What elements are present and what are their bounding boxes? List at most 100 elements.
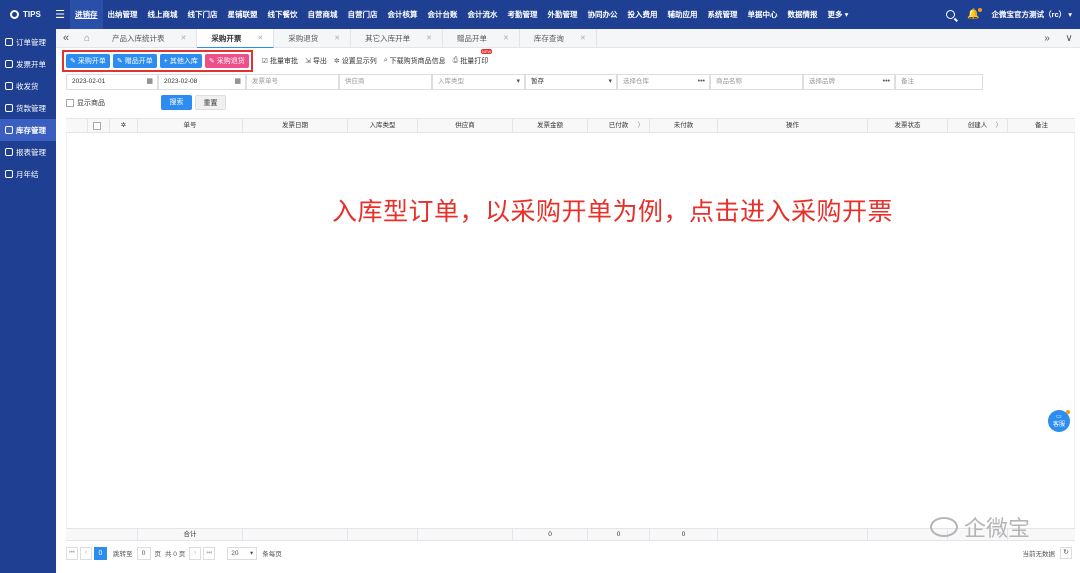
next-page-icon[interactable]: › [189, 546, 202, 560]
user-menu[interactable]: 企微宝官方测试（rc） ▾ [992, 9, 1072, 20]
search-button[interactable]: 搜索 [161, 95, 192, 110]
supplier-input[interactable]: 供应商 [339, 74, 432, 90]
download-products-link[interactable]: ⌕ 下载购货商品信息 [384, 56, 446, 66]
tab-purchase-invoice[interactable]: 采购开票 ✕ [197, 28, 275, 48]
col-creator[interactable]: 创建人〉 [948, 119, 1008, 133]
invoice-number-input[interactable]: 发票单号 [246, 74, 339, 90]
nav-offline-store[interactable]: 线下门店 [183, 0, 223, 29]
show-product-checkbox[interactable] [66, 99, 74, 107]
col-invoice-date[interactable]: 发票日期 [243, 119, 348, 133]
warehouse-select[interactable]: 选择仓库 ••• [617, 74, 710, 90]
refresh-icon[interactable]: ↻ [1060, 547, 1072, 559]
sidebar-item-shipping[interactable]: 收发货 [0, 75, 56, 97]
empty-status: 当前无数据 [1022, 551, 1056, 558]
col-invoice-status[interactable]: 发票状态 [868, 119, 948, 133]
first-page-icon[interactable]: ⏮ [66, 546, 78, 560]
search-icon[interactable] [946, 10, 956, 19]
end-date-field[interactable]: 2023-02-08 ▦ [158, 74, 246, 90]
nav-more[interactable]: 更多 ▾ [823, 0, 854, 29]
printer-icon: ⎙ [452, 57, 459, 64]
customer-service-button[interactable]: ▭ 客服 [1048, 410, 1070, 432]
brand-select[interactable]: 选择品牌 ••• [803, 74, 895, 90]
remark-input[interactable]: 备注 [895, 74, 983, 90]
col-in-type[interactable]: 入库类型 [348, 119, 418, 133]
tab-product-in-stats[interactable]: 产品入库统计表 ✕ [98, 28, 198, 48]
nav-ledger[interactable]: 会计台账 [423, 0, 463, 29]
home-icon[interactable]: ⌂ [76, 33, 98, 44]
nav-online-mall[interactable]: 线上商城 [143, 0, 183, 29]
tabs-menu-icon[interactable]: ∨ [1058, 33, 1080, 44]
batch-print-link[interactable]: ⎙ 批量打印 NEW [452, 49, 493, 66]
tab-purchase-return[interactable]: 采购退货 ✕ [274, 28, 352, 48]
prev-page-icon[interactable]: ‹ [80, 546, 92, 560]
col-paid[interactable]: 已付款 〉 [588, 119, 650, 133]
start-date-field[interactable]: 2023-02-01 ▦ [66, 74, 158, 90]
select-all-checkbox[interactable] [93, 122, 101, 130]
close-icon[interactable]: ✕ [181, 29, 187, 48]
col-unpaid[interactable]: 未付款 [650, 119, 718, 133]
nav-journal[interactable]: 会计流水 [463, 0, 503, 29]
in-type-select[interactable]: 入库类型 ▾ [432, 74, 525, 90]
sidebar-item-period-close[interactable]: 月年结 [0, 163, 56, 185]
product-name-input[interactable]: 商品名称 [710, 74, 803, 90]
close-icon[interactable]: ✕ [503, 29, 509, 48]
other-in-button[interactable]: + 其他入库 [159, 54, 202, 68]
close-icon[interactable]: ✕ [334, 29, 340, 48]
tab-other-in[interactable]: 其它入库开单 ✕ [351, 28, 443, 48]
top-nav: 进销存 出纳管理 线上商城 线下门店 星铺联盟 线下餐饮 自营商城 自营门店 会… [70, 0, 853, 29]
app-logo[interactable]: TIPS [0, 10, 50, 19]
nav-office[interactable]: 协同办公 [583, 0, 623, 29]
status-value: 暂存 [531, 78, 544, 85]
nav-expense[interactable]: 投入费用 [623, 0, 663, 29]
purchase-return-button[interactable]: ✎ 采购退货 [204, 54, 249, 68]
bell-icon[interactable]: 🔔 [967, 8, 982, 20]
last-page-icon[interactable]: ⏭ [203, 546, 216, 560]
close-icon[interactable]: ✕ [426, 29, 432, 48]
nav-aux[interactable]: 辅助应用 [663, 0, 703, 29]
nav-cashier[interactable]: 出纳管理 [103, 0, 143, 29]
col-invoice-amount[interactable]: 发票金额 [513, 119, 588, 133]
nav-alliance[interactable]: 星铺联盟 [223, 0, 263, 29]
nav-attendance[interactable]: 考勤管理 [503, 0, 543, 29]
tab-gift[interactable]: 赠品开单 ✕ [443, 28, 520, 48]
sidebar-item-orders[interactable]: 订单管理 [0, 31, 56, 53]
sidebar-item-payment[interactable]: 货款管理 [0, 97, 56, 119]
nav-system[interactable]: 系统管理 [703, 0, 743, 29]
column-settings-link[interactable]: ✲ 设置显示列 [334, 56, 377, 66]
close-icon[interactable]: ✕ [257, 29, 263, 47]
export-link[interactable]: ⇲ 导出 [305, 56, 327, 66]
col-actions[interactable]: 操作 [718, 119, 868, 133]
close-icon[interactable]: ✕ [580, 29, 586, 48]
batch-approve-link[interactable]: ☑ 批量审批 [262, 56, 298, 66]
nav-docs[interactable]: 单据中心 [743, 0, 783, 29]
goto-page-input[interactable]: 0 [136, 546, 151, 560]
nav-field[interactable]: 外勤管理 [543, 0, 583, 29]
col-remark[interactable]: 备注 [1008, 119, 1075, 133]
nav-catering[interactable]: 线下餐饮 [263, 0, 303, 29]
tabs-scroll-right-icon[interactable]: » [1036, 33, 1058, 44]
current-page[interactable]: 0 [94, 546, 107, 560]
nav-self-store[interactable]: 自营门店 [343, 0, 383, 29]
nav-intel[interactable]: 数据情报 [783, 0, 823, 29]
menu-icon[interactable]: ☰ [50, 8, 70, 21]
nav-accounting[interactable]: 会计核算 [383, 0, 423, 29]
col-order-no[interactable]: 单号 [138, 119, 243, 133]
tabs-scroll-left-icon[interactable]: « [56, 32, 76, 44]
link-label: 批量打印 [460, 58, 489, 65]
sidebar-item-reports[interactable]: 报表管理 [0, 141, 56, 163]
nav-self-mall[interactable]: 自营商城 [303, 0, 343, 29]
sidebar-item-invoice[interactable]: 发票开单 [0, 53, 56, 75]
purchase-order-button[interactable]: ✎ 采购开单 [66, 54, 110, 68]
page-size-select[interactable]: 20 [227, 546, 258, 560]
col-supplier[interactable]: 供应商 [418, 119, 513, 133]
tab-label: 其它入库开单 [365, 33, 411, 43]
reset-button[interactable]: 重置 [195, 95, 226, 110]
nav-jinxiaocun[interactable]: 进销存 [70, 0, 103, 29]
gift-order-button[interactable]: ✎ 赠品开单 [112, 54, 157, 68]
highlight-box: ✎ 采购开单 ✎ 赠品开单 + 其他入库 ✎ 采购退货 [62, 50, 253, 72]
gear-icon[interactable]: ✲ [121, 122, 126, 129]
search-icon: ⌕ [383, 57, 388, 64]
sidebar-item-inventory[interactable]: 库存管理 [0, 119, 56, 141]
tab-stock-query[interactable]: 库存查询 ✕ [520, 28, 597, 48]
status-select[interactable]: 暂存 ▾ [525, 74, 617, 90]
